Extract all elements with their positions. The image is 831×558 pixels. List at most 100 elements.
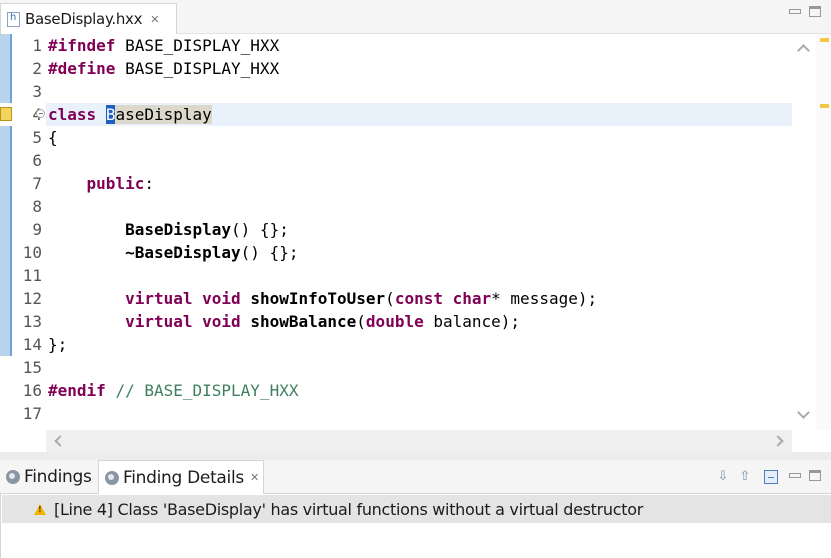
line-number: 11 bbox=[22, 266, 42, 285]
code-token: () {}; bbox=[231, 220, 289, 239]
code-line[interactable] bbox=[48, 402, 597, 425]
code-token: showBalance bbox=[250, 312, 357, 331]
line-number: 8 bbox=[32, 197, 42, 216]
line-number: 1 bbox=[32, 36, 42, 55]
overview-warning-mark[interactable] bbox=[820, 104, 829, 108]
tab-finding-details[interactable]: Finding Details ✕ bbox=[98, 460, 264, 494]
line-number: 12 bbox=[22, 289, 42, 308]
line-number: 15 bbox=[22, 358, 42, 377]
line-number: 2 bbox=[32, 59, 42, 78]
left-ruler bbox=[0, 34, 12, 430]
panel-sash[interactable] bbox=[0, 452, 831, 460]
code-text[interactable]: #ifndef BASE_DISPLAY_HXX #define BASE_DIS… bbox=[48, 34, 597, 425]
maximize-icon[interactable] bbox=[809, 470, 821, 481]
code-editor[interactable]: 1234567891011121314151617 #ifndef BASE_D… bbox=[0, 34, 831, 430]
code-token: #endif bbox=[48, 381, 106, 400]
scroll-up-icon[interactable] bbox=[797, 44, 810, 57]
minimize-icon[interactable] bbox=[789, 473, 801, 478]
code-line[interactable] bbox=[48, 80, 597, 103]
panel-tab-bar: Findings Finding Details ✕ ⇩ ⇧ bbox=[0, 460, 831, 494]
editor-tab-bar: BaseDisplay.hxx ✕ bbox=[0, 0, 831, 34]
scroll-left-icon[interactable] bbox=[54, 435, 66, 447]
code-line[interactable]: #endif // BASE_DISPLAY_HXX bbox=[48, 379, 597, 402]
code-line[interactable]: virtual void showBalance(double balance)… bbox=[48, 310, 597, 333]
code-line[interactable]: virtual void showInfoToUser(const char* … bbox=[48, 287, 597, 310]
code-line[interactable] bbox=[48, 149, 597, 172]
code-line[interactable]: public: bbox=[48, 172, 597, 195]
tab-findings[interactable]: Findings bbox=[0, 460, 98, 494]
code-token: #define bbox=[48, 59, 116, 78]
close-icon[interactable]: ✕ bbox=[250, 471, 259, 484]
code-line[interactable] bbox=[48, 264, 597, 287]
scroll-right-icon[interactable] bbox=[772, 435, 784, 447]
code-token: : bbox=[144, 174, 154, 193]
change-bar bbox=[0, 34, 12, 103]
code-token: ~BaseDisplay bbox=[125, 243, 241, 262]
code-token: B bbox=[105, 105, 116, 124]
next-finding-icon[interactable]: ⇩ bbox=[716, 470, 730, 484]
fold-collapse-icon[interactable] bbox=[36, 109, 45, 118]
code-line[interactable] bbox=[48, 356, 597, 379]
close-icon[interactable]: ✕ bbox=[150, 13, 159, 26]
code-line[interactable]: #define BASE_DISPLAY_HXX bbox=[48, 57, 597, 80]
code-token: aseDisplay bbox=[115, 105, 212, 124]
vertical-scrollbar[interactable] bbox=[792, 34, 816, 430]
code-token: { bbox=[48, 128, 58, 147]
code-token: }; bbox=[48, 335, 68, 354]
code-token: // BASE_DISPLAY_HXX bbox=[115, 381, 299, 400]
overview-ruler bbox=[816, 34, 831, 430]
finding-row[interactable]: [Line 4] Class 'BaseDisplay' has virtual… bbox=[2, 495, 831, 523]
tab-finding-details-label: Finding Details bbox=[123, 467, 244, 488]
code-line[interactable]: BaseDisplay() {}; bbox=[48, 218, 597, 241]
line-number: 5 bbox=[32, 128, 42, 147]
bug-icon bbox=[105, 470, 119, 485]
editor-tab-basedisplay[interactable]: BaseDisplay.hxx ✕ bbox=[0, 3, 177, 34]
warning-marker-icon[interactable] bbox=[0, 107, 12, 121]
code-line[interactable]: #ifndef BASE_DISPLAY_HXX bbox=[48, 34, 597, 57]
maximize-icon[interactable] bbox=[809, 6, 821, 17]
editor-tab-label: BaseDisplay.hxx bbox=[25, 10, 143, 28]
line-number: 17 bbox=[22, 404, 42, 423]
minimize-icon[interactable] bbox=[789, 9, 801, 14]
change-bar bbox=[0, 126, 12, 356]
code-token: public bbox=[86, 174, 145, 193]
code-token: * message); bbox=[491, 289, 598, 308]
code-token: virtual bbox=[125, 289, 193, 308]
code-token: balance); bbox=[423, 312, 521, 331]
code-token: BASE_DISPLAY_HXX bbox=[115, 36, 280, 55]
code-token: virtual bbox=[125, 312, 193, 331]
code-token: #ifndef bbox=[48, 36, 116, 55]
code-line[interactable] bbox=[48, 195, 597, 218]
code-line[interactable]: ~BaseDisplay() {}; bbox=[48, 241, 597, 264]
code-token: ( bbox=[385, 289, 395, 308]
line-number: 7 bbox=[32, 174, 42, 193]
line-number-gutter: 1234567891011121314151617 bbox=[12, 34, 46, 425]
code-token: char bbox=[452, 289, 492, 308]
bug-icon bbox=[6, 470, 20, 484]
line-number: 13 bbox=[22, 312, 42, 331]
code-token: ( bbox=[356, 312, 366, 331]
overview-warning-mark[interactable] bbox=[820, 38, 829, 42]
horizontal-scrollbar[interactable] bbox=[46, 430, 792, 452]
line-number: 14 bbox=[22, 335, 42, 354]
code-line[interactable]: }; bbox=[48, 333, 597, 356]
tab-findings-label: Findings bbox=[24, 467, 92, 487]
code-token: class bbox=[48, 105, 97, 124]
collapse-all-icon[interactable] bbox=[764, 470, 778, 484]
code-token: void bbox=[202, 289, 241, 308]
scroll-down-icon[interactable] bbox=[797, 406, 810, 419]
code-token: showInfoToUser bbox=[250, 289, 386, 308]
code-line[interactable]: class BaseDisplay bbox=[48, 103, 597, 126]
previous-finding-icon[interactable]: ⇧ bbox=[738, 470, 752, 484]
code-line[interactable]: { bbox=[48, 126, 597, 149]
